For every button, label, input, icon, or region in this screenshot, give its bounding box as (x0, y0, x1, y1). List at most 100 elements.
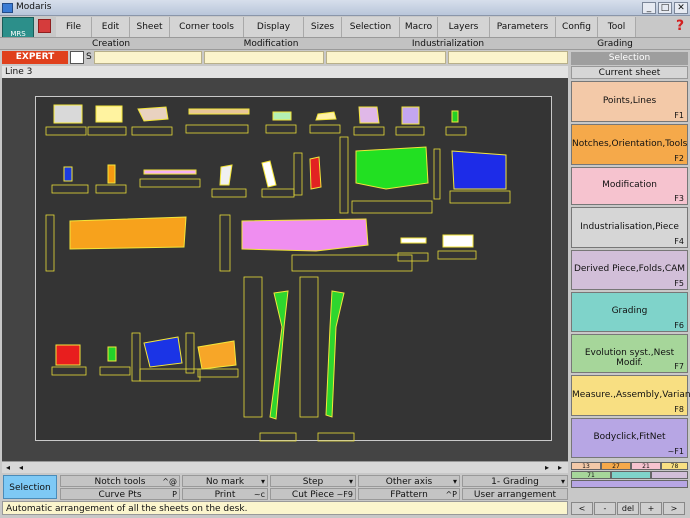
menu-layers[interactable]: Layers (438, 17, 490, 37)
window-title: Modaris (16, 2, 52, 12)
pattern-piece-9[interactable] (63, 166, 73, 182)
panel-points-lines[interactable]: Points,Lines F1 (571, 81, 688, 122)
scroll-right-arrow[interactable]: ▸ (542, 463, 552, 473)
pattern-piece-16[interactable] (451, 150, 507, 190)
pattern-piece-20[interactable] (442, 234, 474, 248)
pattern-piece-22[interactable] (107, 346, 117, 362)
pattern-piece-26[interactable] (325, 290, 345, 418)
mini-slot[interactable]: 71 (571, 471, 611, 479)
menu-selection[interactable]: Selection (342, 17, 400, 37)
panel-measure-assembly-variant[interactable]: Measure.,Assembly,Variant F8 (571, 375, 690, 416)
mini-nav-button[interactable]: - (594, 502, 616, 515)
menu-parameters[interactable]: Parameters (490, 17, 556, 37)
mini-nav-button[interactable]: + (640, 502, 662, 515)
pattern-piece-3[interactable] (188, 108, 250, 115)
pattern-piece-24[interactable] (197, 340, 237, 370)
pattern-piece-25[interactable] (269, 290, 289, 420)
panel-modification[interactable]: Modification F3 (571, 167, 688, 205)
menu-edit[interactable]: Edit (92, 17, 130, 37)
option-no-mark[interactable]: No mark ▾ (182, 475, 268, 487)
scroll-left-arrow-2[interactable]: ◂ (16, 463, 26, 473)
input-field-4[interactable] (448, 51, 568, 64)
menu-file[interactable]: File (56, 17, 92, 37)
pattern-piece-11[interactable] (143, 169, 197, 175)
pattern-piece-8[interactable] (451, 110, 459, 123)
mini-slot[interactable]: 27 (601, 462, 631, 470)
option-1-grading[interactable]: 1- Grading ▾ (462, 475, 568, 487)
mini-slot[interactable] (611, 471, 651, 479)
current-sheet-header[interactable]: Current sheet (571, 66, 688, 79)
selection-header[interactable]: Selection (571, 52, 688, 65)
input-field-3[interactable] (326, 51, 446, 64)
minimize-button[interactable]: _ (642, 2, 656, 14)
pattern-piece-13[interactable] (261, 160, 277, 188)
mini-slot[interactable]: 78 (661, 462, 688, 470)
menu-tool[interactable]: Tool (598, 17, 636, 37)
pattern-piece-14[interactable] (309, 156, 322, 190)
pattern-piece-1[interactable] (95, 105, 123, 123)
piece-label-box-26 (185, 332, 195, 374)
panel-industrialisation-piece[interactable]: Industrialisation,Piece F4 (571, 207, 688, 248)
category-modification[interactable]: Modification (186, 38, 356, 50)
close-button[interactable]: ✕ (674, 2, 688, 14)
pattern-pieces[interactable] (36, 97, 553, 442)
option-user-arrangement[interactable]: User arrangement (462, 488, 568, 500)
menu-macro[interactable]: Macro (400, 17, 438, 37)
option-other-axis[interactable]: Other axis ▾ (358, 475, 460, 487)
pattern-piece-10[interactable] (107, 164, 116, 184)
pattern-piece-23[interactable] (143, 336, 183, 368)
mini-slot[interactable] (651, 471, 688, 479)
category-creation[interactable]: Creation (36, 38, 186, 50)
pattern-piece-17[interactable] (69, 216, 187, 250)
option-print[interactable]: Print ~c (182, 488, 268, 500)
panel-grading[interactable]: Grading F6 (571, 292, 688, 332)
help-icon[interactable]: ? (672, 17, 688, 35)
category-grading[interactable]: Grading (540, 38, 690, 50)
pattern-piece-15[interactable] (355, 146, 429, 190)
mini-nav-button[interactable]: del (617, 502, 639, 515)
menu-config[interactable]: Config (556, 17, 598, 37)
menu-display[interactable]: Display (244, 17, 304, 37)
pattern-piece-4[interactable] (272, 111, 292, 121)
pattern-piece-6[interactable] (358, 106, 380, 124)
expert-mode-badge[interactable]: EXPERT (2, 51, 68, 64)
mini-nav-button[interactable]: > (663, 502, 685, 515)
mini-slot[interactable]: 21 (631, 462, 661, 470)
scroll-left-arrow[interactable]: ◂ (3, 463, 13, 473)
panel-evolution-syst-nest-modif[interactable]: Evolution syst.,Nest Modif. F7 (571, 334, 688, 373)
mini-slot[interactable] (571, 480, 688, 488)
s-toggle[interactable] (70, 51, 84, 64)
option-notch-tools[interactable]: Notch tools ^@ (60, 475, 180, 487)
mini-slot[interactable]: 13 (571, 462, 601, 470)
pattern-piece-21[interactable] (55, 344, 81, 366)
piece-label-box-0 (45, 126, 87, 136)
pattern-piece-2[interactable] (137, 106, 169, 122)
panel-notches-orientation-tools[interactable]: Notches,Orientation,Tools F2 (571, 124, 688, 165)
panel-bodyclick-fitnet[interactable]: Bodyclick,FitNet ~F1 (571, 418, 688, 458)
pattern-piece-19[interactable] (400, 237, 427, 244)
category-industrialization[interactable]: Industrialization (356, 38, 540, 50)
menu-sheet[interactable]: Sheet (130, 17, 170, 37)
option-step[interactable]: Step ▾ (270, 475, 356, 487)
pattern-piece-18[interactable] (241, 218, 369, 252)
mini-nav-button[interactable]: < (571, 502, 593, 515)
input-field-1[interactable] (94, 51, 202, 64)
option-cut-piece[interactable]: Cut Piece ~F9 (270, 488, 356, 500)
input-field-2[interactable] (204, 51, 324, 64)
pattern-piece-5[interactable] (315, 111, 337, 121)
pattern-piece-0[interactable] (53, 104, 83, 124)
scroll-right-arrow-2[interactable]: ▸ (555, 463, 565, 473)
pattern-piece-7[interactable] (401, 106, 420, 125)
panel-derived-piece-folds-cam[interactable]: Derived Piece,Folds,CAM F5 (571, 250, 688, 290)
menu-corner-tools[interactable]: Corner tools (170, 17, 244, 37)
maximize-button[interactable]: □ (658, 2, 672, 14)
sheet-area[interactable] (35, 96, 553, 442)
panel-label: Points,Lines (602, 95, 657, 106)
pattern-piece-12[interactable] (219, 164, 233, 186)
horizontal-scrollbar[interactable]: ◂ ◂ ▸ ▸ (2, 461, 568, 473)
option-fpattern[interactable]: FPattern ^P (358, 488, 460, 500)
option-curve-pts[interactable]: Curve Pts P (60, 488, 180, 500)
selection-button[interactable]: Selection (3, 475, 57, 499)
menu-sizes[interactable]: Sizes (304, 17, 342, 37)
red-book-icon[interactable] (38, 19, 51, 33)
